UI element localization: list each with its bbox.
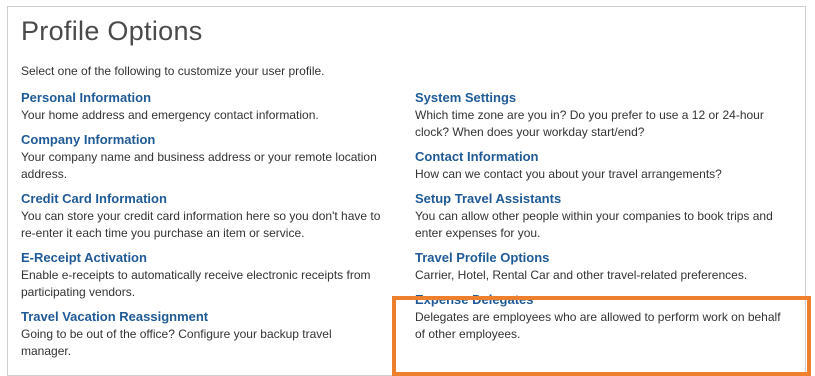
company-information-link[interactable]: Company Information — [21, 132, 381, 148]
expense-delegates-link[interactable]: Expense Delegates — [415, 292, 785, 308]
travel-vacation-reassignment-link[interactable]: Travel Vacation Reassignment — [21, 309, 381, 325]
system-settings-description: Which time zone are you in? Do you prefe… — [415, 108, 764, 139]
setup-travel-assistants-description: You can allow other people within your c… — [415, 209, 773, 240]
option-expense-delegates: Expense Delegates Delegates are employee… — [415, 292, 785, 343]
travel-vacation-reassignment-description: Going to be out of the office? Configure… — [21, 327, 332, 358]
option-e-receipt-activation: E-Receipt Activation Enable e-receipts t… — [21, 250, 381, 301]
credit-card-information-link[interactable]: Credit Card Information — [21, 191, 381, 207]
option-company-information: Company Information Your company name an… — [21, 132, 381, 183]
option-travel-vacation-reassignment: Travel Vacation Reassignment Going to be… — [21, 309, 381, 360]
credit-card-information-description: You can store your credit card informati… — [21, 209, 381, 240]
contact-information-description: How can we contact you about your travel… — [415, 167, 722, 181]
option-travel-profile-options: Travel Profile Options Carrier, Hotel, R… — [415, 250, 785, 284]
left-options-column: Personal Information Your home address a… — [21, 90, 381, 368]
travel-profile-options-link[interactable]: Travel Profile Options — [415, 250, 785, 266]
expense-delegates-description: Delegates are employees who are allowed … — [415, 310, 781, 341]
e-receipt-activation-description: Enable e-receipts to automatically recei… — [21, 268, 371, 299]
page-title: Profile Options — [21, 16, 203, 46]
option-credit-card-information: Credit Card Information You can store yo… — [21, 191, 381, 242]
setup-travel-assistants-link[interactable]: Setup Travel Assistants — [415, 191, 785, 207]
personal-information-link[interactable]: Personal Information — [21, 90, 381, 106]
right-options-column: System Settings Which time zone are you … — [415, 90, 785, 351]
travel-profile-options-description: Carrier, Hotel, Rental Car and other tra… — [415, 268, 748, 282]
option-system-settings: System Settings Which time zone are you … — [415, 90, 785, 141]
contact-information-link[interactable]: Contact Information — [415, 149, 785, 165]
company-information-description: Your company name and business address o… — [21, 150, 377, 181]
system-settings-link[interactable]: System Settings — [415, 90, 785, 106]
intro-text: Select one of the following to customize… — [21, 64, 325, 78]
option-contact-information: Contact Information How can we contact y… — [415, 149, 785, 183]
option-personal-information: Personal Information Your home address a… — [21, 90, 381, 124]
personal-information-description: Your home address and emergency contact … — [21, 108, 319, 122]
option-setup-travel-assistants: Setup Travel Assistants You can allow ot… — [415, 191, 785, 242]
e-receipt-activation-link[interactable]: E-Receipt Activation — [21, 250, 381, 266]
